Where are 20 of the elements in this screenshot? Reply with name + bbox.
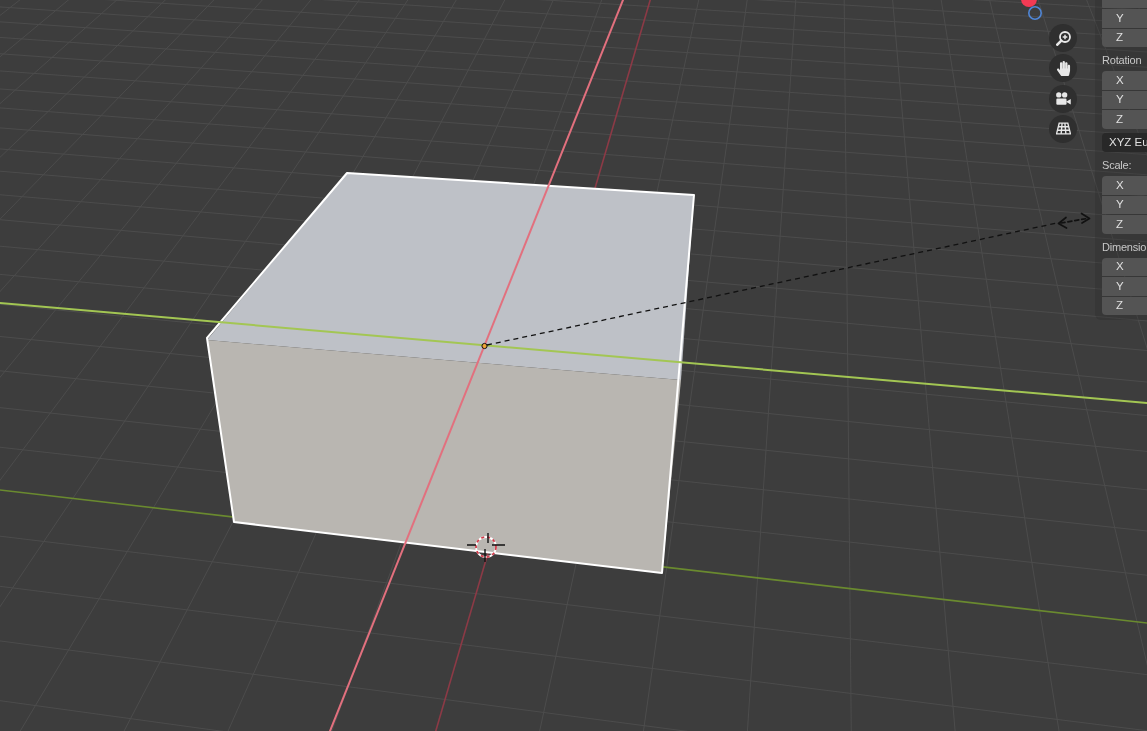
grid-icon <box>1055 122 1071 136</box>
section-label: Dimensio <box>1102 239 1147 255</box>
axis-gizmo-handle[interactable] <box>1021 0 1037 7</box>
origin-point-icon <box>481 342 488 350</box>
number-field[interactable]: Z <box>1102 110 1147 129</box>
number-field[interactable] <box>1102 0 1147 8</box>
zoom-in-icon <box>1055 30 1071 46</box>
double-arrow-cursor-icon <box>1057 212 1091 229</box>
section-label: Rotation <box>1102 53 1143 68</box>
number-field[interactable]: Z <box>1102 215 1147 234</box>
number-field[interactable]: X <box>1102 71 1147 90</box>
number-field[interactable]: Y <box>1102 9 1147 28</box>
movie-camera-icon <box>1055 92 1071 106</box>
section-label: Scale: <box>1102 158 1133 173</box>
cursor-crosshair-icon <box>466 532 506 563</box>
number-field[interactable]: Y <box>1102 277 1147 296</box>
rotation-mode-dropdown[interactable]: XYZ Eu <box>1102 133 1147 152</box>
ring-icon <box>1028 5 1042 20</box>
number-field[interactable]: X <box>1102 176 1147 195</box>
hand-icon <box>1055 60 1071 76</box>
